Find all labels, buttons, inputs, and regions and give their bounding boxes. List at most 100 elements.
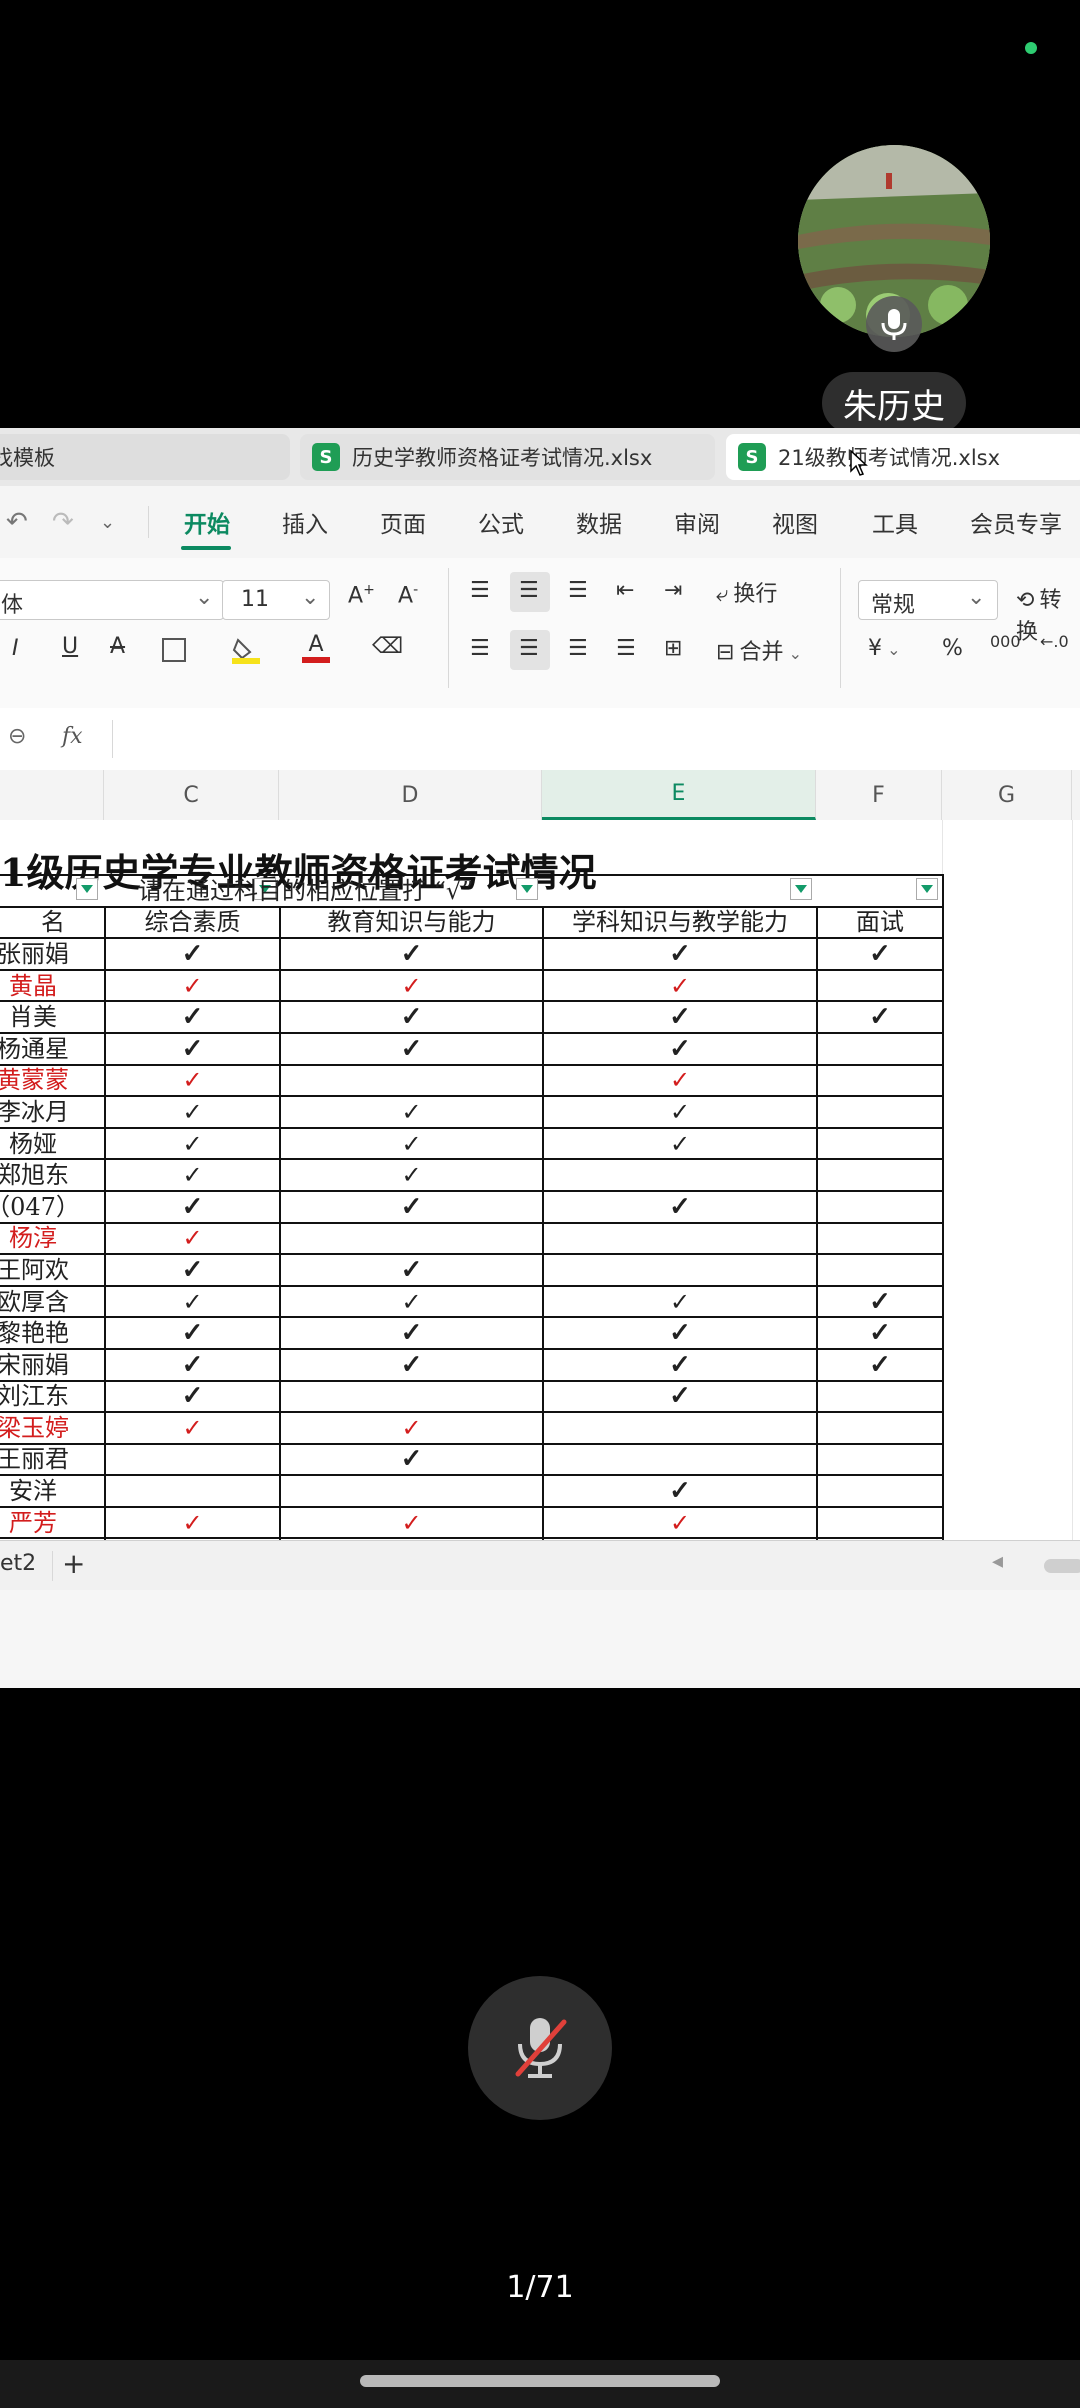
- mark-cell[interactable]: [542, 1221, 818, 1256]
- sheet-tab[interactable]: et2: [0, 1551, 36, 1576]
- mark-cell[interactable]: ✓: [104, 1063, 281, 1098]
- tab-history-xlsx[interactable]: S 历史学教师资格证考试情况.xlsx: [300, 434, 715, 480]
- mark-cell[interactable]: ✓: [816, 1284, 944, 1319]
- border-icon[interactable]: [162, 638, 186, 662]
- currency-icon[interactable]: ¥ ⌄: [868, 636, 901, 661]
- student-name[interactable]: 宋丽娟: [0, 1347, 106, 1382]
- mark-cell[interactable]: ✓: [104, 1221, 281, 1256]
- formula-input[interactable]: [128, 724, 1028, 754]
- mark-cell[interactable]: ✓: [542, 1347, 818, 1382]
- horizontal-scrollbar[interactable]: [1044, 1559, 1080, 1573]
- mark-cell[interactable]: ✓: [816, 1000, 944, 1034]
- column-header-e[interactable]: E: [542, 770, 816, 820]
- menu-page[interactable]: 页面: [380, 486, 426, 558]
- student-name[interactable]: 王阿欢: [0, 1253, 106, 1287]
- mark-cell[interactable]: [542, 1158, 818, 1192]
- align-top-icon[interactable]: ☰: [470, 578, 490, 603]
- thousands-icon[interactable]: 000: [990, 632, 1021, 651]
- mark-cell[interactable]: ✓: [542, 1000, 818, 1034]
- mark-cell[interactable]: ✓: [542, 1505, 818, 1540]
- mark-cell[interactable]: ✓: [104, 1284, 281, 1319]
- mark-cell[interactable]: [816, 1095, 944, 1129]
- mark-cell[interactable]: [816, 1189, 944, 1224]
- mark-cell[interactable]: [816, 1411, 944, 1445]
- mark-cell[interactable]: [542, 1411, 818, 1445]
- mark-cell[interactable]: ✓: [104, 1411, 281, 1445]
- menu-data[interactable]: 数据: [576, 486, 622, 558]
- wrap-text-button[interactable]: ⤶ 换行: [716, 576, 777, 608]
- mark-cell[interactable]: ✓: [542, 1474, 818, 1508]
- column-header-g[interactable]: G: [942, 770, 1072, 820]
- fx-icon[interactable]: fx: [62, 724, 83, 749]
- mark-cell[interactable]: ✓: [104, 1253, 281, 1287]
- header-education[interactable]: 教育知识与能力: [279, 905, 544, 940]
- mark-cell[interactable]: ✓: [104, 1158, 281, 1192]
- scroll-left-icon[interactable]: ◂: [992, 1549, 1003, 1574]
- decimal-icon[interactable]: ←.0: [1040, 632, 1069, 651]
- student-name[interactable]: 欧厚含: [0, 1284, 106, 1319]
- column-header-f[interactable]: F: [816, 770, 942, 820]
- menu-member[interactable]: 会员专享: [970, 486, 1062, 558]
- font-size-select[interactable]: 11 ⌄: [222, 580, 330, 620]
- mark-cell[interactable]: ✓: [104, 1000, 281, 1034]
- mark-cell[interactable]: ✓: [279, 1284, 544, 1319]
- student-name[interactable]: 李冰月: [0, 1095, 106, 1129]
- mark-cell[interactable]: [816, 1505, 944, 1540]
- align-right-icon[interactable]: ☰: [568, 636, 588, 661]
- increase-indent-icon[interactable]: ⇥: [664, 578, 682, 603]
- mark-cell[interactable]: ✓: [104, 1505, 281, 1540]
- mute-button[interactable]: [468, 1976, 612, 2120]
- mark-cell[interactable]: ✓: [816, 1316, 944, 1350]
- decrease-indent-icon[interactable]: ⇤: [616, 578, 634, 603]
- redo-icon[interactable]: ↷: [52, 486, 74, 558]
- increase-font-icon[interactable]: A+: [348, 582, 375, 608]
- mark-cell[interactable]: [816, 1379, 944, 1414]
- student-name[interactable]: 杨淳: [0, 1221, 106, 1256]
- font-color-icon[interactable]: A: [302, 632, 330, 666]
- student-name[interactable]: 杨娅: [0, 1126, 106, 1161]
- mark-cell[interactable]: ✓: [279, 1189, 544, 1224]
- mark-cell[interactable]: ✓: [279, 1347, 544, 1382]
- mark-cell[interactable]: ✓: [279, 1158, 544, 1192]
- menu-formula[interactable]: 公式: [478, 486, 524, 558]
- mark-cell[interactable]: [816, 1031, 944, 1066]
- mark-cell[interactable]: ✓: [104, 1126, 281, 1161]
- chevron-down-icon[interactable]: ⌄: [100, 486, 115, 558]
- header-name[interactable]: 名: [0, 905, 106, 940]
- student-name[interactable]: 黎艳艳: [0, 1316, 106, 1350]
- mark-cell[interactable]: ✓: [279, 968, 544, 1003]
- mark-cell[interactable]: ✓: [104, 1189, 281, 1224]
- mark-cell[interactable]: [816, 1063, 944, 1098]
- align-bottom-icon[interactable]: ☰: [568, 578, 588, 603]
- mark-cell[interactable]: ✓: [279, 1505, 544, 1540]
- mark-cell[interactable]: ✓: [104, 1347, 281, 1382]
- mark-cell[interactable]: [104, 1474, 281, 1508]
- align-center-icon[interactable]: ☰: [510, 630, 550, 670]
- fill-color-icon[interactable]: [232, 636, 260, 664]
- mark-cell[interactable]: [816, 1474, 944, 1508]
- student-name[interactable]: 杨通星: [0, 1031, 106, 1066]
- mark-cell[interactable]: ✓: [279, 1253, 544, 1287]
- mark-cell[interactable]: ✓: [104, 1095, 281, 1129]
- student-name[interactable]: 梁玉婷: [0, 1411, 106, 1445]
- mark-cell[interactable]: [542, 1253, 818, 1287]
- menu-view[interactable]: 视图: [772, 486, 818, 558]
- student-name[interactable]: 严芳: [0, 1505, 106, 1540]
- mark-cell[interactable]: ✓: [279, 1000, 544, 1034]
- mark-cell[interactable]: ✓: [542, 1063, 818, 1098]
- menu-tools[interactable]: 工具: [872, 486, 918, 558]
- column-header-d[interactable]: D: [279, 770, 542, 820]
- header-subject[interactable]: 学科知识与教学能力: [542, 905, 818, 940]
- mark-cell[interactable]: ✓: [279, 937, 544, 971]
- student-name[interactable]: 肖美: [0, 1000, 106, 1034]
- number-format-select[interactable]: 常规 ⌄: [858, 580, 998, 620]
- student-name[interactable]: （047）: [0, 1189, 106, 1224]
- mark-cell[interactable]: ✓: [104, 968, 281, 1003]
- header-interview[interactable]: 面试: [816, 905, 944, 940]
- mark-cell[interactable]: [279, 1379, 544, 1414]
- merge-cells-button[interactable]: ⊟ 合并 ⌄: [716, 634, 802, 666]
- student-name[interactable]: 王丽君: [0, 1442, 106, 1477]
- home-indicator[interactable]: [360, 2375, 720, 2387]
- mark-cell[interactable]: ✓: [542, 1316, 818, 1350]
- mark-cell[interactable]: [816, 1221, 944, 1256]
